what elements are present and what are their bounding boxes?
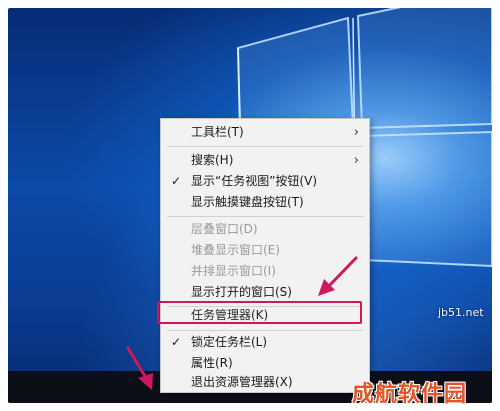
arrow-to-task-manager xyxy=(318,256,358,296)
arrow-to-taskbar xyxy=(126,346,153,390)
watermark-site: jb51.net xyxy=(438,306,484,319)
annotation-arrows xyxy=(126,256,358,390)
watermark-brand: 成航软件园 xyxy=(352,382,468,407)
